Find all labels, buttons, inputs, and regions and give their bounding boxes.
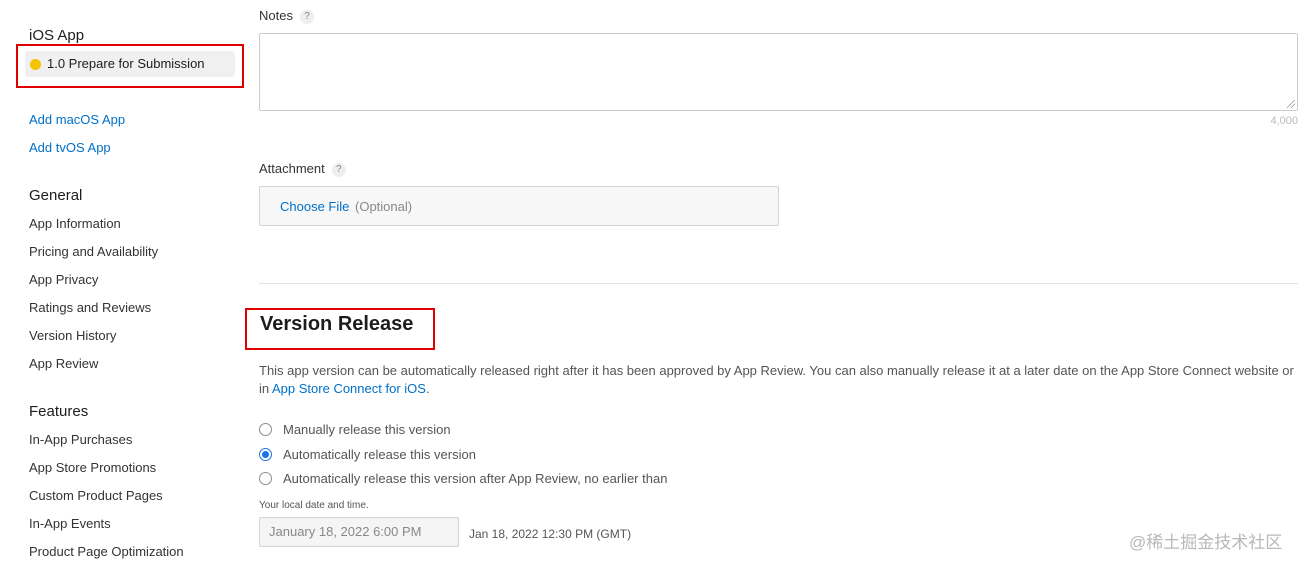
attachment-label-row: Attachment? xyxy=(259,161,346,177)
radio-after-date-label: Automatically release this version after… xyxy=(283,471,668,486)
add-macos-app-link[interactable]: Add macOS App xyxy=(29,112,125,127)
optional-label: (Optional) xyxy=(355,199,413,214)
sidebar-item-ratings[interactable]: Ratings and Reviews xyxy=(29,300,151,315)
add-tvos-app-link[interactable]: Add tvOS App xyxy=(29,140,111,155)
version-release-description: This app version can be automatically re… xyxy=(259,362,1299,398)
sidebar-item-product-page-optimization[interactable]: Product Page Optimization xyxy=(29,544,184,559)
app-store-connect-ios-link[interactable]: App Store Connect for iOS xyxy=(272,381,426,396)
notes-char-count: 4,000 xyxy=(1270,115,1298,127)
local-time-note: Your local date and time. xyxy=(259,500,369,511)
notes-label-row: Notes? xyxy=(259,8,314,24)
radio-manual[interactable] xyxy=(259,423,272,436)
gmt-time-label: Jan 18, 2022 12:30 PM (GMT) xyxy=(469,527,632,541)
release-date-input[interactable]: January 18, 2022 6:00 PM xyxy=(259,517,459,547)
sidebar-item-version-history[interactable]: Version History xyxy=(29,328,116,343)
release-option-automatic[interactable]: Automatically release this version xyxy=(259,446,489,464)
section-divider xyxy=(259,283,1298,284)
notes-label: Notes xyxy=(259,8,293,23)
notes-textarea[interactable] xyxy=(259,33,1298,111)
sidebar-item-app-information[interactable]: App Information xyxy=(29,216,121,231)
sidebar-item-app-store-promotions[interactable]: App Store Promotions xyxy=(29,460,156,475)
sidebar-item-in-app-purchases[interactable]: In-App Purchases xyxy=(29,432,132,447)
radio-manual-label: Manually release this version xyxy=(283,422,451,437)
sidebar: iOS App 1.0 Prepare for Submission Add m… xyxy=(0,0,245,566)
help-icon[interactable]: ? xyxy=(331,163,346,177)
highlight-box-version-release xyxy=(245,308,435,350)
attachment-label: Attachment xyxy=(259,161,325,176)
features-heading: Features xyxy=(29,403,89,420)
sidebar-item-app-review[interactable]: App Review xyxy=(29,356,98,371)
radio-automatic-label: Automatically release this version xyxy=(283,447,476,462)
highlight-box-version xyxy=(16,44,244,88)
help-icon[interactable]: ? xyxy=(299,10,314,24)
choose-file-button[interactable]: Choose File xyxy=(280,199,349,214)
sidebar-item-pricing[interactable]: Pricing and Availability xyxy=(29,244,158,259)
radio-after-date[interactable] xyxy=(259,472,272,485)
watermark-text: @稀土掘金技术社区 xyxy=(1129,533,1283,552)
sidebar-item-app-privacy[interactable]: App Privacy xyxy=(29,272,98,287)
ios-app-heading: iOS App xyxy=(29,27,85,44)
sidebar-item-custom-product-pages[interactable]: Custom Product Pages xyxy=(29,488,163,503)
description-end: . xyxy=(425,381,430,396)
attachment-field: Choose File (Optional) xyxy=(259,186,779,226)
release-option-manual[interactable]: Manually release this version xyxy=(259,421,469,439)
sidebar-item-in-app-events[interactable]: In-App Events xyxy=(29,516,111,531)
release-option-after-date[interactable]: Automatically release this version after… xyxy=(259,470,689,488)
general-heading: General xyxy=(29,187,83,204)
resize-grip-icon[interactable] xyxy=(1287,100,1295,108)
radio-automatic[interactable] xyxy=(259,448,272,461)
